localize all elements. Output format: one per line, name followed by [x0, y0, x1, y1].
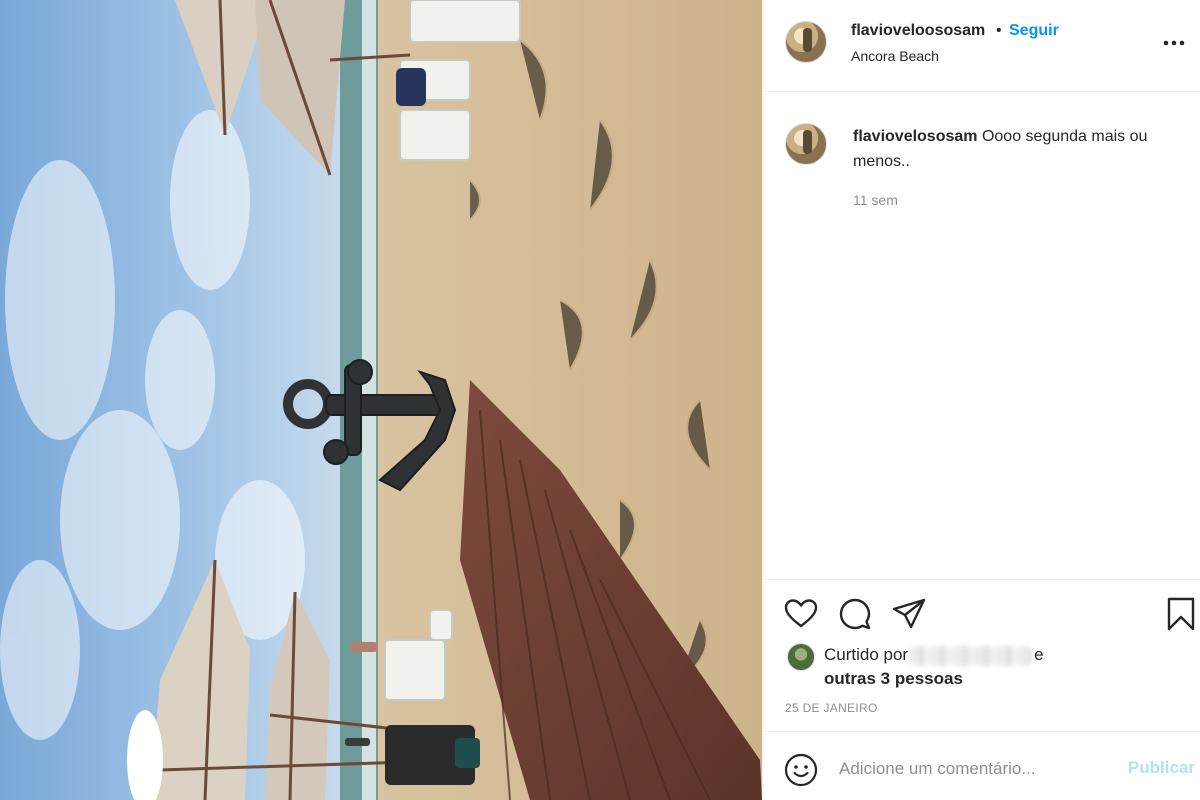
comments-section: flaviovelososam Oooo segunda mais ou men… [763, 92, 1200, 579]
separator-dot: • [996, 22, 1002, 39]
beach-photo [0, 0, 762, 800]
comment-input[interactable] [839, 754, 1109, 784]
post-date[interactable]: 25 DE JANEIRO [785, 701, 878, 715]
other-likers-link[interactable]: outras 3 pessoas [824, 669, 963, 689]
bookmark-icon[interactable] [1163, 596, 1199, 632]
publish-button[interactable]: Publicar [1128, 758, 1195, 778]
location-link[interactable]: Ancora Beach [851, 48, 939, 64]
post-photo[interactable] [0, 0, 762, 800]
caption: flaviovelososam Oooo segunda mais ou men… [853, 124, 1183, 174]
caption-username[interactable]: flaviovelososam [853, 128, 978, 145]
liker-avatar[interactable] [787, 643, 815, 671]
post-header: flavioveloososam • Seguir Ancora Beach [763, 0, 1200, 92]
emoji-icon[interactable] [783, 752, 819, 788]
share-icon[interactable] [891, 596, 927, 632]
heart-icon[interactable] [783, 596, 819, 632]
comment-icon[interactable] [837, 596, 873, 632]
follow-button[interactable]: Seguir [1009, 22, 1059, 40]
caption-time[interactable]: 11 sem [853, 192, 898, 208]
add-comment-bar: Publicar [763, 731, 1200, 800]
liked-by-row: Curtido por e [787, 643, 1187, 671]
liked-by-prefix: Curtido por [824, 645, 909, 664]
author-avatar[interactable] [785, 21, 827, 63]
blurred-liker-name[interactable] [910, 645, 1033, 666]
post-panel: flavioveloososam • Seguir Ancora Beach f… [762, 0, 1200, 800]
author-username[interactable]: flavioveloososam [851, 22, 985, 40]
liked-by-text: Curtido por e [824, 645, 1044, 666]
actions-section: Curtido por e outras 3 pessoas 25 DE JANE… [763, 579, 1200, 729]
more-options-icon[interactable] [1161, 30, 1187, 56]
liked-by-suffix: e [1034, 645, 1044, 664]
caption-avatar[interactable] [785, 123, 827, 165]
